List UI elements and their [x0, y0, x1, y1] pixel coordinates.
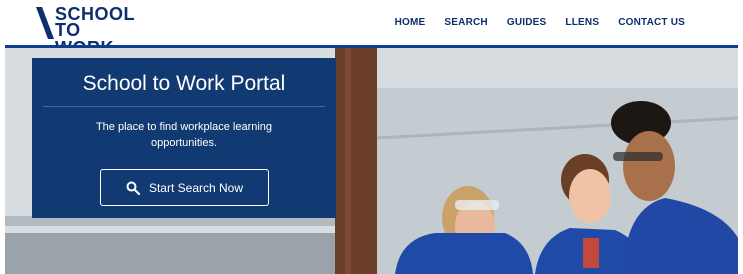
hero-banner: School to Work Portal The place to find …	[5, 48, 738, 274]
nav-llens[interactable]: LLENS	[565, 17, 599, 28]
start-search-button[interactable]: Start Search Now	[100, 169, 269, 206]
site-header: SCHOOL TO WORK HOME SEARCH GUIDES LLENS …	[0, 0, 743, 57]
school-to-work-logo[interactable]: SCHOOL TO WORK	[34, 5, 144, 57]
hero-subtitle: The place to find workplace learning opp…	[95, 121, 273, 149]
nav-contact-us[interactable]: CONTACT US	[618, 17, 685, 28]
logo-slash-icon	[36, 7, 54, 39]
panel-divider	[43, 106, 325, 107]
nav-home[interactable]: HOME	[395, 17, 426, 28]
search-icon	[126, 181, 140, 195]
nav-search[interactable]: SEARCH	[444, 17, 487, 28]
start-search-label: Start Search Now	[148, 180, 244, 195]
hero-title: School to Work Portal	[82, 72, 286, 95]
hero-info-panel: School to Work Portal The place to find …	[32, 58, 336, 218]
main-nav: HOME SEARCH GUIDES LLENS CONTACT US	[395, 17, 685, 28]
nav-guides[interactable]: GUIDES	[507, 17, 547, 28]
